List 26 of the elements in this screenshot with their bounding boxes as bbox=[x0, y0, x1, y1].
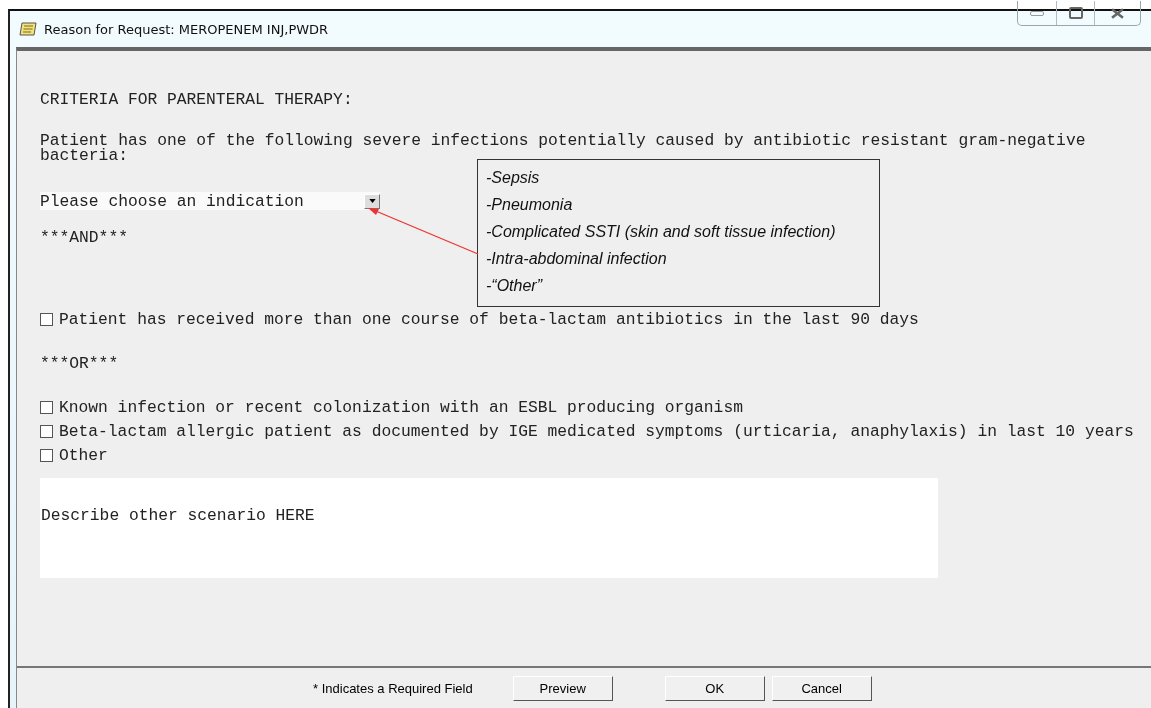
callout-item: -Complicated SSTI (skin and soft tissue infection) bbox=[486, 222, 837, 242]
close-icon bbox=[1111, 7, 1124, 19]
notepad-icon bbox=[18, 20, 38, 38]
separator-text: ***OR*** bbox=[40, 356, 119, 371]
window-title: Reason for Request: MEROPENEM INJ,PWDR bbox=[44, 21, 329, 37]
callout-item: -Sepsis bbox=[486, 168, 541, 188]
checkbox-label: Patient has received more than one course of beta-lactam antibiotics in the last 90 days bbox=[59, 312, 919, 327]
dialog-button[interactable]: Preview bbox=[512, 675, 613, 701]
checkbox[interactable] bbox=[40, 313, 53, 326]
required-field-note: * Indicates a Required Field bbox=[313, 680, 473, 696]
checkbox[interactable] bbox=[40, 401, 53, 414]
separator-text: ***AND*** bbox=[40, 230, 128, 245]
criteria-text: Patient has one of the following severe infections potentially caused by antibiotic resistant gram-negative bacteria: bbox=[40, 133, 1087, 163]
indication-dropdown[interactable]: Please choose an indication bbox=[40, 192, 380, 210]
callout-item: -Pneumonia bbox=[486, 195, 574, 215]
dialog-button[interactable]: Cancel bbox=[771, 675, 872, 701]
checkbox-label: Other bbox=[59, 448, 108, 463]
callout-item: -“Other” bbox=[486, 276, 544, 296]
checkbox[interactable] bbox=[40, 449, 53, 462]
dialog-button[interactable]: OK bbox=[664, 675, 765, 701]
scenario-text-area[interactable]: Describe other scenario HERE bbox=[40, 478, 938, 578]
callout-item: -Intra-abdominal infection bbox=[486, 249, 668, 269]
section-heading: CRITERIA FOR PARENTERAL THERAPY: bbox=[40, 92, 353, 107]
checkbox-label: Beta-lactam allergic patient as documented by IGE medicated symptoms (urticaria, anaphylaxis) in last 10 years bbox=[59, 424, 1134, 439]
checkbox[interactable] bbox=[40, 425, 53, 438]
checkbox-label: Known infection or recent colonization with an ESBL producing organism bbox=[59, 400, 743, 415]
